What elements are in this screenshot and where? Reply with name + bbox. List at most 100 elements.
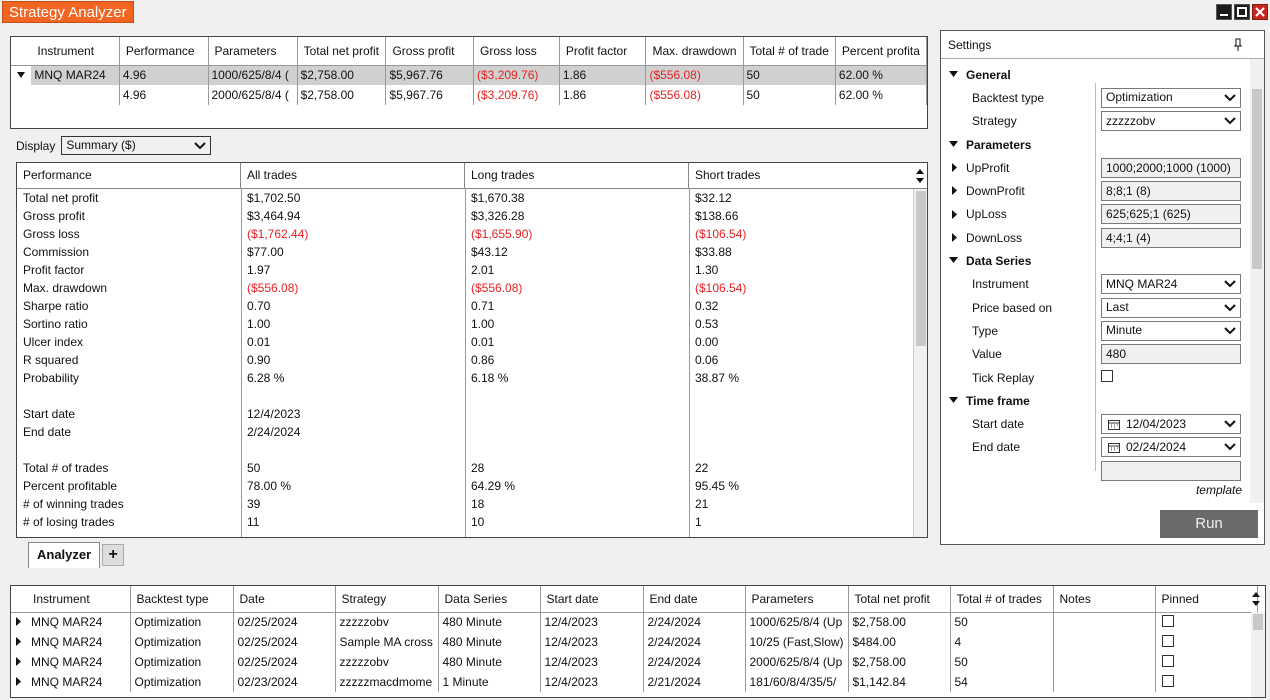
sort-arrows-icon[interactable]	[915, 167, 925, 185]
column-header[interactable]: Long trades	[465, 163, 689, 188]
category-general[interactable]: General	[941, 63, 1251, 86]
downprofit-field[interactable]: 8;8;1 (8)	[1101, 181, 1241, 202]
pinned-cell	[1155, 632, 1258, 652]
start-date-picker[interactable]: 12/04/2023	[1101, 414, 1241, 435]
history-cell: Optimization	[130, 612, 234, 632]
expand-toggle[interactable]	[11, 65, 32, 85]
metric-value: ($556.08)	[471, 281, 523, 295]
category-parameters[interactable]: Parameters	[941, 133, 1251, 156]
column-header[interactable]: Parameters	[208, 37, 298, 66]
column-header[interactable]: Total net profit	[848, 586, 951, 613]
history-cell: MNQ MAR24	[27, 612, 131, 632]
column-header[interactable]: Notes	[1053, 586, 1156, 613]
optimization-results-table: Instrument Performance Parameters Total …	[11, 37, 927, 105]
column-header[interactable]: Instrument	[27, 586, 131, 613]
settings-scrollbar[interactable]	[1250, 59, 1264, 503]
expand-toggle[interactable]	[11, 672, 27, 692]
partial-field[interactable]	[1101, 460, 1241, 481]
metric-value: 21	[695, 497, 709, 511]
column-header[interactable]: Backtest type	[130, 586, 234, 613]
table-row[interactable]: MNQ MAR24 4.96 1000/625/8/4 ( $2,758.00 …	[11, 65, 927, 85]
metric-label: Commission	[23, 245, 90, 259]
upprofit-field[interactable]: 1000;2000;1000 (1000)	[1101, 157, 1241, 178]
add-tab-button[interactable]: +	[102, 544, 125, 566]
pinned-checkbox[interactable]	[1161, 614, 1174, 627]
price-based-on-select[interactable]: Last	[1101, 297, 1241, 318]
expand-toggle[interactable]	[11, 632, 27, 652]
column-header[interactable]: Performance	[119, 37, 209, 66]
property-label[interactable]: UpLoss	[941, 207, 1101, 221]
scrollbar-thumb[interactable]	[916, 191, 926, 346]
uploss-field[interactable]: 625;625;1 (625)	[1101, 204, 1241, 225]
table-row[interactable]: MNQ MAR24 Optimization 02/25/2024 zzzzzobv 4…	[11, 612, 1258, 632]
column-header[interactable]: Profit factor	[559, 37, 647, 66]
column-header[interactable]: Start date	[540, 586, 644, 613]
scrollbar-thumb[interactable]	[1252, 89, 1262, 269]
metric-label: Total net profit	[23, 191, 99, 205]
column-header[interactable]: Total # of trades	[950, 586, 1054, 613]
metric-value: 95.45 %	[695, 479, 740, 493]
template-link[interactable]: template	[1196, 483, 1242, 497]
history-cell: MNQ MAR24	[27, 632, 131, 652]
table-row[interactable]: MNQ MAR24 Optimization 02/23/2024 zzzzzmacd…	[11, 672, 1258, 692]
column-header[interactable]: Total # of trade	[743, 37, 836, 66]
history-cell: $2,758.00	[848, 612, 951, 632]
settings-title: Settings	[948, 38, 992, 52]
column-header[interactable]: Gross loss	[473, 37, 560, 66]
scrollbar-thumb[interactable]	[1253, 614, 1263, 630]
cell-instrument	[31, 85, 120, 105]
strategy-select[interactable]: zzzzzobv	[1101, 111, 1241, 132]
column-header[interactable]: Short trades	[689, 163, 927, 188]
column-header[interactable]: Performance	[17, 163, 241, 188]
end-date-picker[interactable]: 02/24/2024	[1101, 437, 1241, 458]
pin-icon[interactable]	[1234, 38, 1242, 52]
property-label[interactable]: UpProfit	[941, 161, 1101, 175]
metric-value: 0.86	[471, 353, 495, 367]
display-select[interactable]: Summary ($)	[61, 136, 212, 155]
column-header[interactable]: End date	[643, 586, 746, 613]
table-row[interactable]: MNQ MAR24 Optimization 02/25/2024 Sample MA…	[11, 632, 1258, 652]
backtest-type-select[interactable]: Optimization	[1101, 87, 1241, 108]
close-button[interactable]	[1252, 4, 1268, 20]
tab-analyzer[interactable]: Analyzer	[28, 542, 101, 568]
category-data-series[interactable]: Data Series	[941, 249, 1251, 272]
pinned-checkbox[interactable]	[1161, 674, 1174, 687]
close-icon	[1255, 7, 1265, 17]
column-header[interactable]: Max. drawdown	[645, 37, 744, 66]
property-label[interactable]: DownLoss	[941, 231, 1101, 245]
expand-toggle[interactable]	[11, 612, 27, 632]
type-select[interactable]: Minute	[1101, 320, 1241, 341]
column-header[interactable]: Data Series	[438, 586, 541, 613]
run-button[interactable]: Run	[1160, 510, 1258, 538]
cell-max-drawdown: ($556.08)	[645, 85, 744, 105]
downloss-field[interactable]: 4;4;1 (4)	[1101, 227, 1241, 248]
instrument-select[interactable]: MNQ MAR24	[1101, 274, 1241, 295]
pinned-checkbox[interactable]	[1161, 634, 1174, 647]
column-header[interactable]: Strategy	[335, 586, 439, 613]
minimize-button[interactable]	[1216, 4, 1232, 20]
category-time-frame[interactable]: Time frame	[941, 389, 1251, 412]
value-field[interactable]: 480	[1101, 344, 1241, 365]
expand-toggle[interactable]	[11, 652, 27, 672]
table-row[interactable]: MNQ MAR24 Optimization 02/25/2024 zzzzzobv 4…	[11, 652, 1258, 672]
pinned-checkbox[interactable]	[1161, 654, 1174, 667]
tick-replay-checkbox[interactable]	[1101, 370, 1113, 382]
property-strategy: Strategy zzzzzobv	[941, 110, 1251, 133]
column-header[interactable]: Gross profit	[385, 37, 475, 66]
property-label[interactable]: DownProfit	[941, 184, 1101, 198]
history-cell	[1053, 672, 1156, 692]
maximize-button[interactable]	[1234, 4, 1250, 20]
column-header[interactable]: Total net profit	[297, 37, 387, 66]
table-row[interactable]: 4.96 2000/625/8/4 ( $2,758.00 $5,967.76 …	[11, 85, 927, 105]
history-scrollbar[interactable]	[1251, 612, 1265, 697]
column-header[interactable]: Percent profita	[835, 37, 927, 66]
sort-arrows-icon[interactable]	[1251, 590, 1261, 608]
history-cell: MNQ MAR24	[27, 652, 131, 672]
column-header[interactable]: Instrument	[31, 37, 120, 66]
column-header[interactable]: Pinned	[1155, 586, 1258, 613]
column-header[interactable]: Date	[233, 586, 336, 613]
column-header[interactable]: Parameters	[745, 586, 849, 613]
column-header[interactable]: All trades	[241, 163, 465, 188]
performance-scrollbar[interactable]	[913, 189, 927, 537]
display-label: Display	[16, 138, 56, 153]
